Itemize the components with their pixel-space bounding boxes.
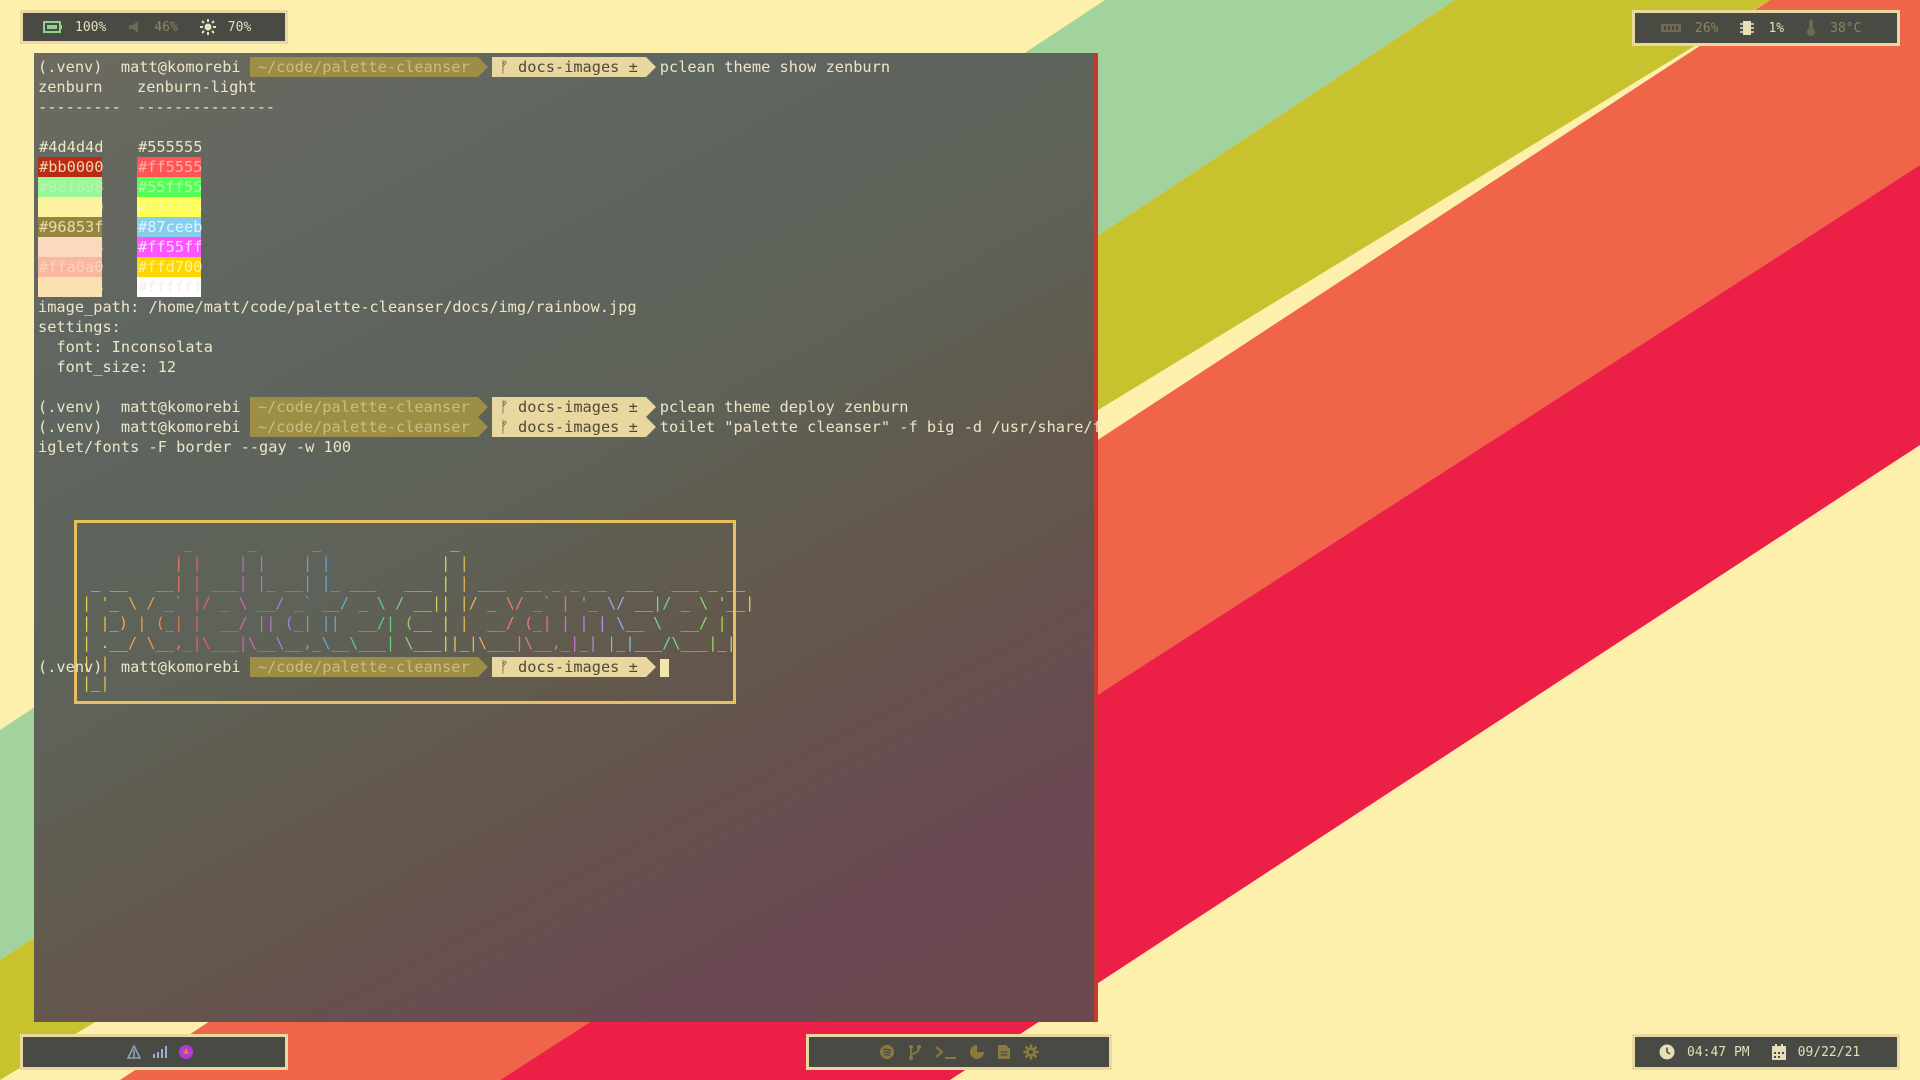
color-swatch: #96853f (38, 217, 104, 237)
font-size-line: font_size: 12 (38, 358, 177, 376)
spotify-icon[interactable] (879, 1044, 895, 1060)
battery-icon (43, 21, 62, 33)
theme-header-left: zenburn (38, 78, 103, 96)
time-indicator[interactable]: 04:47 PM (1659, 1044, 1750, 1060)
color-swatch: #ff55ff (137, 237, 203, 257)
clock-icon (1659, 1044, 1675, 1060)
bottom-right-clock-bar: 04:47 PM 09/22/21 (1632, 1034, 1900, 1070)
color-swatch: #ffd700 (137, 257, 203, 277)
color-swatch: #ffffff (137, 277, 203, 297)
memory-indicator[interactable]: 26% (1661, 21, 1718, 36)
terminal-icon[interactable] (935, 1045, 957, 1059)
calendar-icon (1771, 1044, 1786, 1060)
temperature-value: 38°C (1830, 20, 1862, 36)
theme-divider-right: --------------- (137, 98, 276, 116)
bottom-center-launcher (806, 1034, 1112, 1070)
command-wrap-line: iglet/fonts -F border --gay -w 100 (38, 438, 352, 456)
prompt-line: (.venv) matt@komorebi ~/code/palette-cle… (38, 397, 908, 417)
prompt-branch: ᚠ docs-images ± (491, 417, 656, 437)
prompt-path: ~/code/palette-cleanser (249, 657, 488, 677)
color-swatch: #4d4d4d (39, 138, 104, 156)
prompt-user: matt@komorebi (120, 58, 241, 76)
image-path-line: image_path: /home/matt/code/palette-clea… (38, 298, 637, 316)
prompt-branch: ᚠ docs-images ± (491, 57, 656, 77)
battery-indicator[interactable]: 100% (43, 20, 106, 35)
color-swatch: #98f898 (38, 177, 104, 197)
color-swatch: #87ceeb (137, 217, 203, 237)
command-text: toilet "palette cleanser" -f big -d /usr… (659, 418, 1102, 436)
git-branch-icon[interactable] (907, 1044, 923, 1060)
color-swatch: #f8d8b8 (38, 237, 104, 257)
battery-value: 100% (75, 19, 107, 35)
prompt-venv: (.venv) (38, 58, 103, 76)
color-swatch: #ffa0a0 (38, 257, 104, 277)
top-left-status-bar: 100% 46% 70% (20, 10, 288, 44)
prompt-user: matt@komorebi (120, 418, 241, 436)
color-swatch: #ff5555 (137, 157, 203, 177)
date-indicator[interactable]: 09/22/21 (1771, 1044, 1861, 1060)
brightness-value: 70% (227, 19, 252, 35)
cpu-value: 1% (1768, 20, 1785, 36)
active-prompt-line[interactable]: (.venv) matt@komorebi ~/code/palette-cle… (38, 657, 669, 677)
brightness-indicator[interactable]: 70% (199, 19, 252, 35)
sun-icon (199, 19, 216, 35)
cpu-indicator[interactable]: 1% (1740, 20, 1784, 36)
prompt-path: ~/code/palette-cleanser (249, 417, 488, 437)
prompt-venv: (.venv) (38, 658, 103, 676)
file-icon[interactable] (997, 1044, 1011, 1060)
prompt-path: ~/code/palette-cleanser (249, 397, 488, 417)
prompt-line: (.venv) matt@komorebi ~/code/palette-cle… (38, 57, 890, 77)
top-right-status-bar: 26% 1% 38°C (1632, 10, 1900, 46)
color-swatch: #55ff55 (137, 177, 203, 197)
terminal-window[interactable]: (.venv) matt@komorebi ~/code/palette-cle… (34, 53, 1102, 1022)
firefox-icon[interactable] (969, 1044, 985, 1060)
speaker-icon (129, 21, 139, 33)
settings-line: settings: (38, 318, 121, 336)
color-swatch: #555555 (138, 138, 203, 156)
gear-icon[interactable] (1023, 1044, 1039, 1060)
prompt-branch: ᚠ docs-images ± (491, 397, 656, 417)
cpu-icon (1740, 21, 1755, 35)
volume-indicator[interactable]: 46% (128, 19, 178, 35)
bottom-left-bar (20, 1034, 288, 1070)
prompt-path: ~/code/palette-cleanser (249, 57, 488, 77)
signal-icon[interactable] (153, 1046, 167, 1058)
text-cursor (659, 658, 669, 677)
memory-value: 26% (1695, 20, 1719, 36)
theme-header-right: zenburn-light (137, 78, 257, 96)
prompt-venv: (.venv) (38, 418, 103, 436)
font-line: font: Inconsolata (38, 338, 213, 356)
prompt-venv: (.venv) (38, 398, 103, 416)
command-text: pclean theme deploy zenburn (659, 398, 909, 416)
color-swatch: #ffff55 (137, 197, 203, 217)
memory-icon (1661, 24, 1681, 32)
prompt-user: matt@komorebi (120, 658, 241, 676)
prompt-user: matt@komorebi (120, 398, 241, 416)
volume-value: 46% (154, 19, 178, 35)
theme-divider-left: --------- (38, 98, 121, 116)
color-swatch: #ffe0b8 (38, 277, 104, 297)
temperature-indicator[interactable]: 38°C (1806, 20, 1861, 36)
time-value: 04:47 PM (1687, 1044, 1750, 1060)
command-text: pclean theme show zenburn (659, 58, 891, 76)
prompt-branch: ᚠ docs-images ± (491, 657, 656, 677)
color-swatch: #f8f8a0 (38, 197, 104, 217)
network-icon[interactable] (127, 1045, 141, 1059)
app-icon[interactable] (179, 1045, 193, 1059)
color-swatch: #bb0000 (38, 157, 104, 177)
prompt-line: (.venv) matt@komorebi ~/code/palette-cle… (38, 417, 1102, 437)
date-value: 09/22/21 (1797, 1044, 1861, 1060)
thermometer-icon (1807, 20, 1816, 36)
